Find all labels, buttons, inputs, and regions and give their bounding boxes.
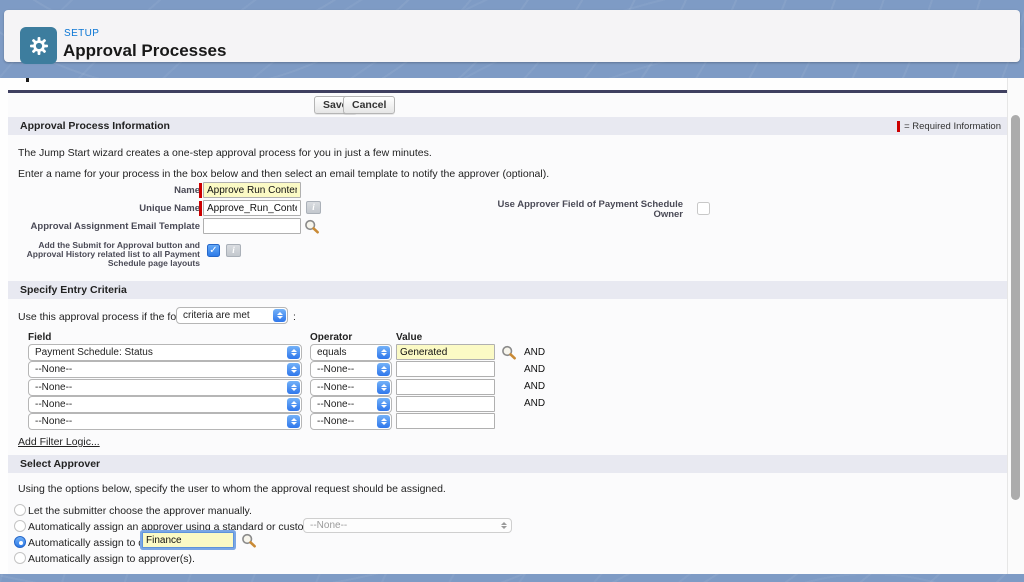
required-bar-icon	[897, 121, 900, 132]
name-input[interactable]	[203, 182, 301, 198]
select-stepper-icon	[273, 309, 286, 322]
criteria-field-value: --None--	[29, 380, 301, 395]
queue-input[interactable]	[142, 532, 234, 548]
select-stepper-icon	[377, 381, 390, 394]
criteria-field-select-1[interactable]: Payment Schedule: Status	[28, 344, 302, 361]
criteria-field-select-3[interactable]: --None--	[28, 379, 302, 396]
radio-submitter-chooses-label: Let the submitter choose the approver ma…	[28, 505, 252, 517]
required-info-legend: = Required Information	[897, 121, 1009, 132]
add-submit-label: Add the Submit for Approval button and A…	[8, 241, 200, 268]
criteria-value-input-3[interactable]	[396, 379, 495, 395]
setup-gear-tile	[20, 27, 57, 64]
lookup-icon[interactable]	[501, 345, 517, 360]
select-stepper-icon	[377, 346, 390, 359]
criteria-condition-value: criteria are met	[177, 308, 287, 323]
conjunction-label: AND	[524, 398, 545, 409]
column-header-value: Value	[396, 332, 422, 343]
conjunction-label: AND	[524, 347, 545, 358]
name-label: Name	[8, 185, 200, 196]
radio-assign-to-approvers[interactable]	[14, 552, 26, 564]
criteria-operator-select-2[interactable]: --None--	[310, 361, 392, 378]
conjunction-label: AND	[524, 381, 545, 392]
section-specify-entry-criteria: Specify Entry Criteria	[8, 281, 1009, 299]
add-submit-checkbox[interactable]: ✓	[207, 244, 220, 257]
required-legend-label: = Required Information	[904, 121, 1001, 132]
hierarchy-field-select[interactable]: --None--	[303, 518, 512, 533]
criteria-value-input-2[interactable]	[396, 361, 495, 377]
breadcrumb-kicker: SETUP	[64, 28, 99, 39]
radio-hierarchy-field[interactable]	[14, 520, 26, 532]
criteria-value-input-5[interactable]	[396, 413, 495, 429]
scrollbar-thumb[interactable]	[1011, 115, 1020, 500]
cancel-button[interactable]: Cancel	[343, 96, 395, 114]
criteria-field-value: --None--	[29, 362, 301, 377]
lookup-icon[interactable]	[241, 533, 257, 548]
add-filter-logic-link[interactable]: Add Filter Logic...	[18, 436, 100, 448]
info-icon[interactable]: i	[226, 244, 241, 257]
criteria-operator-select-4[interactable]: --None--	[310, 396, 392, 413]
section-title: Specify Entry Criteria	[8, 284, 127, 296]
approver-intro: Using the options below, specify the use…	[18, 483, 446, 495]
clipped-text-fragment	[26, 78, 29, 82]
email-template-label: Approval Assignment Email Template	[8, 221, 200, 232]
radio-assign-to-queue[interactable]	[14, 536, 26, 548]
select-stepper-icon	[377, 398, 390, 411]
criteria-operator-select-3[interactable]: --None--	[310, 379, 392, 396]
wizard-intro-line-1: The Jump Start wizard creates a one-step…	[18, 147, 432, 159]
select-stepper-icon	[287, 398, 300, 411]
hierarchy-field-value: --None--	[304, 519, 511, 532]
radio-assign-to-approvers-label: Automatically assign to approver(s).	[28, 553, 195, 565]
column-header-operator: Operator	[310, 332, 352, 343]
section-title: Approval Process Information	[8, 120, 170, 132]
criteria-field-value: --None--	[29, 414, 301, 429]
gear-icon	[27, 34, 51, 58]
section-approval-process-information: Approval Process Information = Required …	[8, 117, 1009, 135]
email-template-input[interactable]	[203, 218, 301, 234]
use-approver-field-label: Use Approver Field of Payment Schedule O…	[480, 200, 683, 219]
select-stepper-icon	[287, 346, 300, 359]
unique-name-required-bar	[199, 201, 202, 216]
section-select-approver: Select Approver	[8, 455, 1009, 473]
criteria-operator-select-5[interactable]: --None--	[310, 413, 392, 430]
radio-submitter-chooses[interactable]	[14, 504, 26, 516]
select-stepper-icon	[497, 519, 510, 532]
wizard-intro-line-2: Enter a name for your process in the box…	[18, 168, 549, 180]
criteria-operator-select-1[interactable]: equals	[310, 344, 392, 361]
criteria-condition-select[interactable]: criteria are met	[176, 307, 288, 324]
criteria-value-input-1[interactable]	[396, 344, 495, 360]
criteria-value-input-4[interactable]	[396, 396, 495, 412]
setup-header: SETUP Approval Processes	[4, 10, 1020, 62]
unique-name-label: Unique Name	[8, 203, 200, 214]
name-required-bar	[199, 183, 202, 198]
conjunction-label: AND	[524, 364, 545, 375]
setup-page: SETUP Approval Processes Save Cancel App…	[0, 0, 1024, 582]
select-stepper-icon	[287, 381, 300, 394]
criteria-field-select-5[interactable]: --None--	[28, 413, 302, 430]
criteria-field-select-2[interactable]: --None--	[28, 361, 302, 378]
page-title: Approval Processes	[63, 41, 226, 61]
criteria-field-value: --None--	[29, 397, 301, 412]
criteria-field-value: Payment Schedule: Status	[29, 345, 301, 360]
criteria-condition-suffix: :	[293, 311, 296, 323]
info-icon[interactable]: i	[306, 201, 321, 214]
unique-name-input[interactable]	[203, 200, 301, 216]
criteria-field-select-4[interactable]: --None--	[28, 396, 302, 413]
use-approver-field-checkbox[interactable]	[697, 202, 710, 215]
wizard-form-panel	[8, 90, 1009, 574]
lookup-icon[interactable]	[304, 219, 320, 234]
select-stepper-icon	[377, 363, 390, 376]
select-stepper-icon	[377, 415, 390, 428]
select-stepper-icon	[287, 363, 300, 376]
column-header-field: Field	[28, 332, 51, 343]
select-stepper-icon	[287, 415, 300, 428]
section-title: Select Approver	[8, 458, 100, 470]
